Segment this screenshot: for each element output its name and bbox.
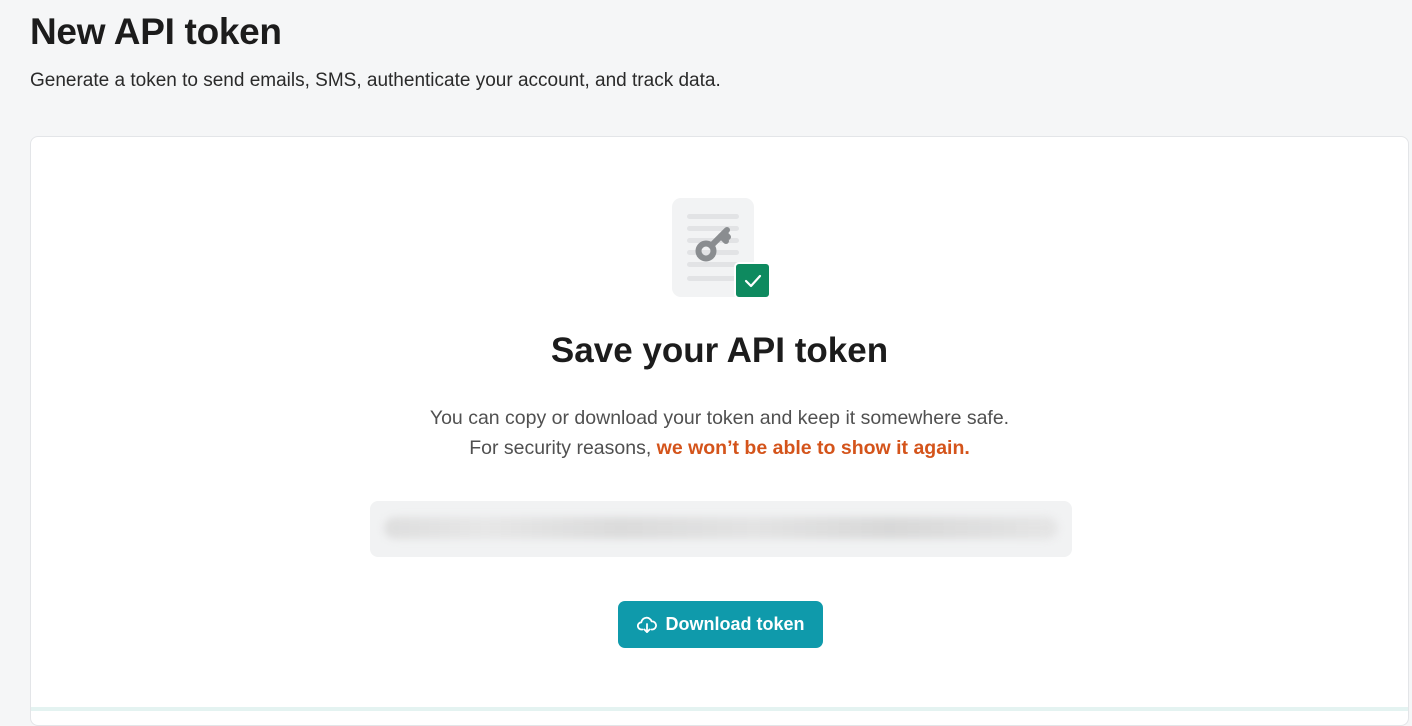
- card-bottom-strip: [31, 707, 1408, 711]
- save-token-card: Save your API token You can copy or down…: [30, 136, 1409, 726]
- download-token-button[interactable]: Download token: [618, 601, 823, 648]
- download-token-label: Download token: [665, 614, 805, 634]
- security-notice-prefix: For security reasons,: [469, 437, 657, 459]
- security-notice: For security reasons, we won’t be able t…: [31, 434, 1408, 462]
- instruction-text: You can copy or download your token and …: [429, 407, 1010, 429]
- check-badge-icon: [734, 262, 771, 299]
- card-title: Save your API token: [550, 331, 889, 370]
- cloud-download-icon: [636, 616, 657, 633]
- document-key-icon: [672, 198, 771, 299]
- security-warning: we won’t be able to show it again.: [656, 437, 970, 459]
- api-token-field[interactable]: [370, 501, 1072, 557]
- redacted-token-value: [384, 517, 1058, 539]
- token-illustration: [671, 197, 773, 301]
- page-title: New API token: [30, 11, 282, 52]
- page-subtitle: Generate a token to send emails, SMS, au…: [30, 70, 721, 91]
